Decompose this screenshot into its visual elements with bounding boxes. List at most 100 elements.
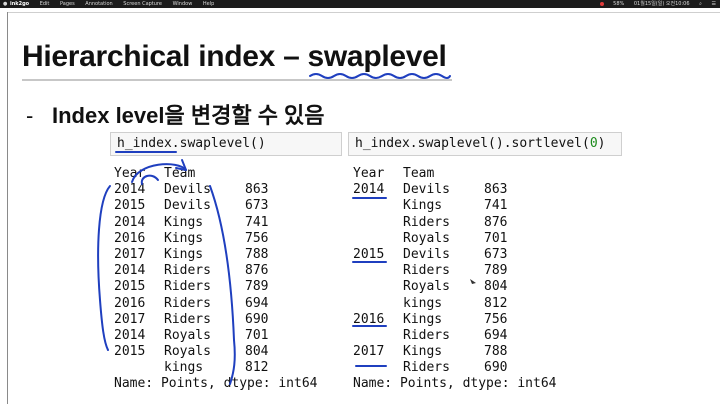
- menu-app-name[interactable]: ink2go: [10, 1, 29, 7]
- apple-icon[interactable]: ●: [3, 0, 7, 8]
- row-team: Kings: [164, 230, 204, 246]
- row-team: Royals: [403, 230, 450, 246]
- row-points: 701: [245, 327, 269, 343]
- header-team: Team: [164, 166, 196, 181]
- row-team: Kings: [403, 344, 443, 360]
- row-points: 804: [484, 279, 508, 295]
- row-points: 673: [484, 246, 508, 262]
- row-year: 2017: [114, 311, 146, 327]
- output-row: Royals 701: [353, 231, 593, 247]
- output-row: 2017 Riders 690: [114, 312, 344, 328]
- bullet-dash: -: [26, 103, 34, 128]
- row-team: Royals: [403, 279, 450, 295]
- row-team: Royals: [164, 327, 211, 343]
- header-year: Year: [114, 166, 146, 181]
- row-team: Riders: [164, 295, 211, 311]
- row-year: 2015: [114, 344, 146, 360]
- bullet-point: - Index level을 변경할 수 있음: [26, 98, 325, 130]
- row-year: 2014: [114, 263, 146, 279]
- search-icon[interactable]: ⌕: [699, 1, 702, 7]
- dtype-footer: Name: Points, dtype: int64: [353, 376, 557, 392]
- row-points: 694: [245, 295, 269, 311]
- output-row: Riders 690: [353, 360, 593, 376]
- row-year: 2015: [114, 198, 146, 214]
- row-year: 2015: [353, 246, 385, 262]
- row-team: Royals: [164, 344, 211, 360]
- row-points: 876: [484, 214, 508, 230]
- row-team: Devils: [403, 246, 450, 262]
- output-row: 2014 Riders 876: [114, 263, 344, 279]
- row-points: 788: [245, 246, 269, 262]
- status-area: 58% 01월15일(일) 오전10:06 ⌕ ☰: [592, 0, 716, 8]
- output-row: 2014 Devils 863: [353, 182, 593, 198]
- output-row: 2015 Devils 673: [114, 198, 344, 214]
- output-swaplevel: Year Team 2014 Devils 863 2015 Devils 673 20…: [114, 166, 344, 393]
- output-row: Royals 804: [353, 279, 593, 295]
- row-points: 876: [245, 263, 269, 279]
- menu-window[interactable]: Window: [173, 1, 193, 7]
- row-year: 2016: [114, 295, 146, 311]
- clock[interactable]: 01월15일(일) 오전10:06: [634, 1, 690, 7]
- code-cell-swaplevel[interactable]: h_index.swaplevel(): [110, 132, 342, 156]
- row-year: 2016: [114, 230, 146, 246]
- row-team: Riders: [164, 311, 211, 327]
- row-year: 2014: [114, 327, 146, 343]
- row-year: 2014: [353, 182, 385, 198]
- code-cell-sortlevel[interactable]: h_index.swaplevel().sortlevel(0): [348, 132, 622, 156]
- row-points: 673: [245, 198, 269, 214]
- output-row: Kings 741: [353, 198, 593, 214]
- row-points: 812: [245, 360, 269, 376]
- row-points: 690: [484, 360, 508, 376]
- menu-screen-capture[interactable]: Screen Capture: [123, 1, 162, 7]
- row-team: Riders: [164, 279, 211, 295]
- row-team: kings: [403, 295, 443, 311]
- code-number-literal: 0: [589, 136, 598, 151]
- row-points: 788: [484, 344, 508, 360]
- output-sortlevel: Year Team 2014 Devils 863 Kings 741 Riders 8…: [353, 166, 593, 393]
- output-row: kings 812: [353, 296, 593, 312]
- row-team: Kings: [403, 311, 443, 327]
- record-icon[interactable]: [599, 1, 604, 6]
- battery-percent[interactable]: 58%: [613, 1, 624, 7]
- menu-edit[interactable]: Edit: [40, 1, 50, 7]
- row-points: 789: [484, 263, 508, 279]
- row-points: 804: [245, 344, 269, 360]
- output-header: Year Team: [353, 166, 593, 182]
- output-row: 2016 Kings 756: [353, 312, 593, 328]
- menu-help[interactable]: Help: [203, 1, 214, 7]
- output-row: 2015 Devils 673: [353, 247, 593, 263]
- output-row: 2014 Royals 701: [114, 328, 344, 344]
- output-row: 2016 Riders 694: [114, 296, 344, 312]
- output-footer: Name: Points, dtype: int64: [114, 376, 344, 392]
- menu-list-icon[interactable]: ☰: [712, 1, 716, 7]
- row-year: 2017: [353, 344, 385, 360]
- menu-bar: ● ink2go Edit Pages Annotation Screen Ca…: [0, 0, 720, 8]
- row-points: 863: [245, 182, 269, 198]
- output-row: 2017 Kings 788: [114, 247, 344, 263]
- dtype-footer: Name: Points, dtype: int64: [114, 376, 318, 392]
- row-points: 756: [245, 230, 269, 246]
- output-row: Riders 694: [353, 328, 593, 344]
- row-team: Devils: [164, 198, 211, 214]
- output-row: 2015 Royals 804: [114, 344, 344, 360]
- menu-annotation[interactable]: Annotation: [85, 1, 112, 7]
- row-year: 2015: [114, 279, 146, 295]
- row-team: kings: [164, 360, 204, 376]
- code-text: h_index.swaplevel(): [117, 136, 266, 151]
- row-points: 863: [484, 182, 508, 198]
- row-year: 2016: [353, 311, 385, 327]
- row-team: Riders: [403, 327, 450, 343]
- row-team: Riders: [164, 263, 211, 279]
- row-points: 741: [245, 214, 269, 230]
- row-team: Riders: [403, 263, 450, 279]
- row-points: 694: [484, 327, 508, 343]
- title-divider: [22, 79, 452, 81]
- menu-pages[interactable]: Pages: [60, 1, 75, 7]
- year-bracket-stroke: [97, 185, 111, 351]
- output-row: 2014 Devils 863: [114, 182, 344, 198]
- output-row: 2014 Kings 741: [114, 215, 344, 231]
- row-team: Riders: [403, 214, 450, 230]
- menu-list: ink2go Edit Pages Annotation Screen Capt…: [10, 0, 223, 8]
- row-team: Devils: [403, 182, 450, 198]
- row-year: 2017: [114, 246, 146, 262]
